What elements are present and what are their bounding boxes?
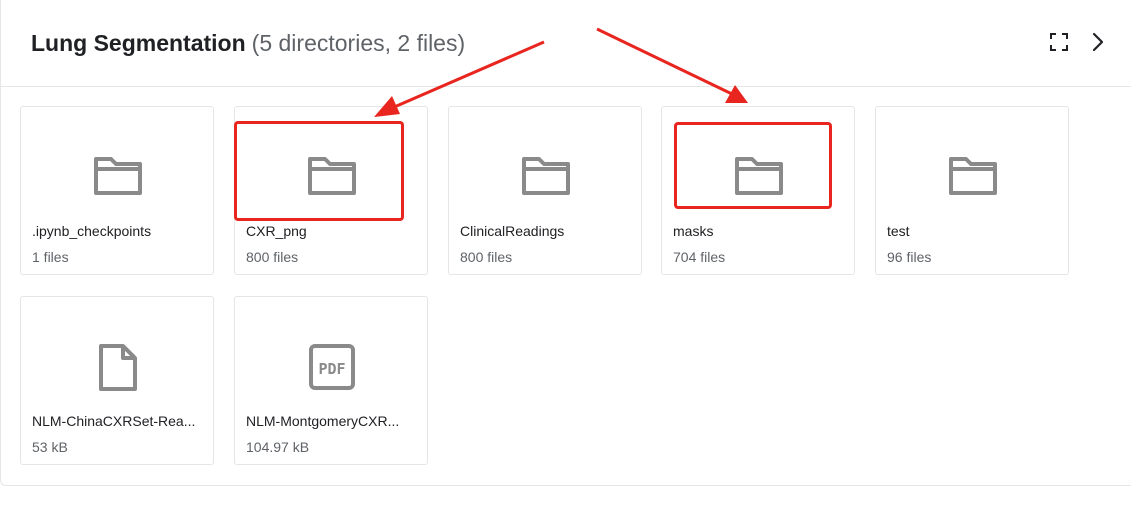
- item-name: masks: [673, 223, 714, 239]
- folder-card-cxr-png[interactable]: CXR_png 800 files: [234, 106, 428, 275]
- folder-icon: [521, 153, 571, 197]
- item-meta: 104.97 kB: [246, 439, 310, 455]
- folder-card-test[interactable]: test 96 files: [875, 106, 1069, 275]
- item-meta: 704 files: [673, 249, 726, 265]
- fullscreen-icon[interactable]: [1048, 31, 1070, 53]
- directory-count: (5 directories, 2 files): [251, 30, 466, 56]
- folder-card-ipynb-checkpoints[interactable]: .ipynb_checkpoints 1 files: [20, 106, 214, 275]
- file-card-montgomery-cxr[interactable]: PDF NLM-MontgomeryCXR... 104.97 kB: [234, 296, 428, 465]
- item-name: .ipynb_checkpoints: [32, 223, 152, 239]
- folder-icon: [734, 153, 784, 197]
- item-name: NLM-MontgomeryCXR...: [246, 413, 400, 429]
- item-name: test: [887, 223, 910, 239]
- item-meta: 53 kB: [32, 439, 68, 455]
- folder-icon: [93, 153, 143, 197]
- folder-card-masks[interactable]: masks 704 files: [661, 106, 855, 275]
- folder-card-clinical-readings[interactable]: ClinicalReadings 800 files: [448, 106, 642, 275]
- dataset-title: Lung Segmentation: [31, 30, 246, 56]
- folder-icon: [948, 153, 998, 197]
- file-card-china-cxr-set[interactable]: NLM-ChinaCXRSet-Rea... 53 kB: [20, 296, 214, 465]
- page-title: Lung Segmentation (5 directories, 2 files…: [31, 28, 465, 58]
- item-name: ClinicalReadings: [460, 223, 565, 239]
- file-icon: [93, 343, 143, 391]
- panel-header: Lung Segmentation (5 directories, 2 files…: [1, 0, 1131, 87]
- item-name: NLM-ChinaCXRSet-Rea...: [32, 413, 196, 429]
- pdf-icon: PDF: [307, 343, 357, 390]
- item-meta: 800 files: [246, 249, 299, 265]
- item-name: CXR_png: [246, 223, 307, 239]
- folder-icon: [307, 153, 357, 197]
- item-meta: 1 files: [32, 249, 69, 265]
- item-meta: 96 files: [887, 249, 932, 265]
- item-meta: 800 files: [460, 249, 513, 265]
- chevron-right-icon[interactable]: [1086, 31, 1108, 53]
- svg-text:PDF: PDF: [318, 360, 345, 378]
